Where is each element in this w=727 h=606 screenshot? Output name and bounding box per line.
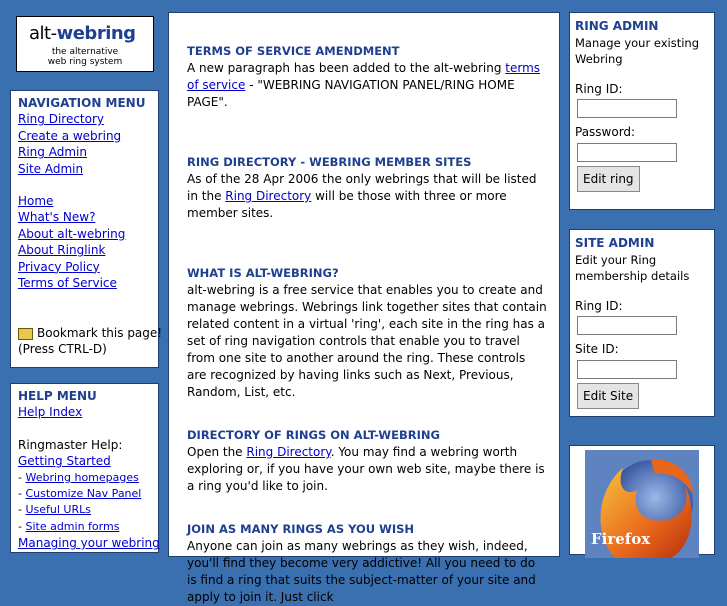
firefox-badge[interactable]: Firefox [585, 450, 699, 558]
nav-link-whats-new[interactable]: What's New? [18, 210, 95, 224]
about-alt-webring: WHAT IS ALT-WEBRING? alt-webring is a fr… [187, 265, 547, 401]
ring-id-label: Ring ID: [575, 81, 623, 96]
section-text: Open the Ring Directory. You may find a … [187, 445, 545, 493]
navigation-menu: NAVIGATION MENU Ring Directory Create a … [10, 90, 162, 368]
directory-of-rings: DIRECTORY OF RINGS ON ALT-WEBRING Open t… [187, 427, 547, 495]
logo[interactable]: alt-webring the alternative web ring syst… [16, 16, 154, 72]
section-title: RING DIRECTORY - WEBRING MEMBER SITES [187, 155, 472, 169]
nav-link-terms-of-service[interactable]: Terms of Service [18, 276, 117, 290]
bookmark-label: Bookmark this page! [37, 326, 163, 340]
section-text: Anyone can join as many webrings as they… [187, 539, 536, 604]
firefox-label: Firefox [591, 530, 651, 548]
edit-ring-button[interactable]: Edit ring [577, 165, 640, 192]
section-title: WHAT IS ALT-WEBRING? [187, 266, 339, 280]
ring-directory-link[interactable]: Ring Directory [225, 189, 311, 203]
site-admin-panel: SITE ADMIN Edit your Ring membership det… [569, 229, 715, 417]
password-label: Password: [575, 125, 636, 139]
main-content: TERMS OF SERVICE AMENDMENT A new paragra… [168, 12, 560, 604]
section-title: JOIN AS MANY RINGS AS YOU WISH [187, 522, 415, 536]
bookmark-row[interactable]: Bookmark this page! [18, 325, 162, 341]
password-input[interactable] [577, 142, 677, 162]
site-id-input[interactable] [577, 359, 677, 379]
section-text: As of the 28 Apr 2006 the only webrings … [187, 172, 537, 220]
site-admin-desc: Edit your Ring membership details [575, 252, 690, 283]
ring-admin-desc: Manage your existing Webring [575, 35, 700, 66]
help-link-index[interactable]: Help Index [18, 405, 82, 419]
nav-link-create-webring[interactable]: Create a webring [18, 129, 121, 143]
join-rings: JOIN AS MANY RINGS AS YOU WISH Anyone ca… [187, 521, 547, 606]
nav-link-privacy-policy[interactable]: Privacy Policy [18, 260, 100, 274]
ringmaster-help-label: Ringmaster Help: [18, 437, 123, 452]
help-link-managing-webring[interactable]: Managing your webring [18, 536, 160, 550]
news-terms-amendment: TERMS OF SERVICE AMENDMENT A new paragra… [187, 43, 547, 111]
nav-link-about-alt-webring[interactable]: About alt-webring [18, 227, 125, 241]
nav-link-site-admin[interactable]: Site Admin [18, 162, 83, 176]
nav-link-ring-directory[interactable]: Ring Directory [18, 112, 104, 126]
bookmark-icon [18, 327, 33, 340]
site-admin-title: SITE ADMIN [575, 236, 655, 250]
section-text: A new paragraph has been added to the al… [187, 61, 541, 109]
section-title: DIRECTORY OF RINGS ON ALT-WEBRING [187, 428, 440, 442]
help-link-customize-nav-panel[interactable]: Customize Nav Panel [25, 487, 141, 500]
section-title: TERMS OF SERVICE AMENDMENT [187, 44, 400, 58]
edit-site-button[interactable]: Edit Site [577, 382, 640, 409]
help-link-useful-urls[interactable]: Useful URLs [25, 503, 91, 516]
ring-admin-title: RING ADMIN [575, 19, 659, 33]
ring-id-input[interactable] [577, 99, 677, 118]
section-text: alt-webring is a free service that enabl… [187, 283, 547, 399]
help-link-webring-homepages[interactable]: Webring homepages [25, 471, 138, 484]
nav-link-home[interactable]: Home [18, 194, 53, 208]
nav-link-about-ringlink[interactable]: About Ringlink [18, 243, 105, 257]
logo-tagline: the alternative web ring system [47, 47, 123, 67]
logo-wordmark: alt-webring [29, 23, 136, 44]
nav-link-ring-admin[interactable]: Ring Admin [18, 145, 87, 159]
site-ring-id-label: Ring ID: [575, 298, 623, 313]
help-title: HELP MENU [18, 389, 97, 403]
firefox-promo-panel: Firefox [569, 445, 715, 558]
help-link-site-admin-forms[interactable]: Site admin forms [25, 520, 119, 533]
ring-directory-link-2[interactable]: Ring Directory [246, 445, 330, 459]
ring-admin-panel: RING ADMIN Manage your existing Webring … [569, 12, 715, 210]
news-ring-directory: RING DIRECTORY - WEBRING MEMBER SITES As… [187, 154, 547, 222]
site-id-label: Site ID: [575, 342, 619, 356]
bookmark-hint: (Press CTRL-D) [18, 342, 107, 357]
help-link-getting-started[interactable]: Getting Started [18, 454, 111, 468]
help-menu: HELP MENU Help Index Ringmaster Help: Ge… [10, 383, 160, 553]
site-ring-id-input[interactable] [577, 316, 677, 335]
nav-title: NAVIGATION MENU [18, 96, 146, 110]
